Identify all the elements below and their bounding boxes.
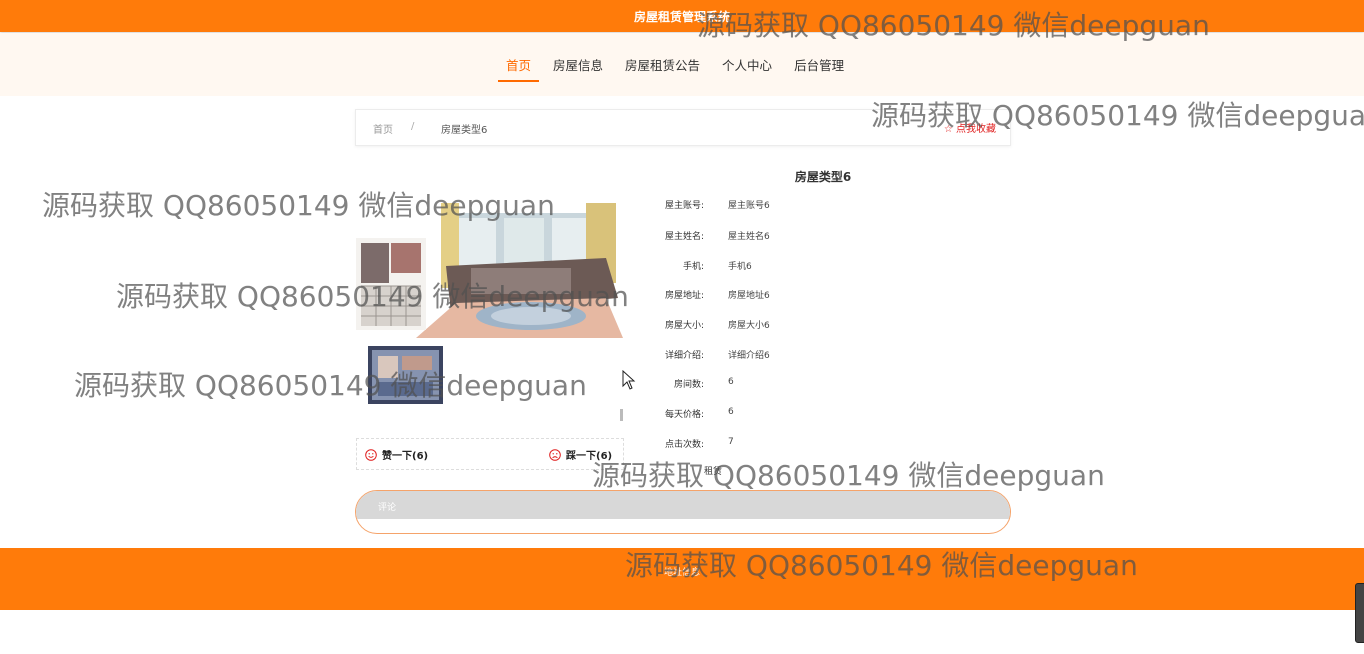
like-label: 赞一下(6) xyxy=(382,451,429,462)
info-label: 点击次数: xyxy=(664,440,704,450)
info-row-rooms: 房间数: 6 xyxy=(652,377,972,391)
gallery-scroll-indicator[interactable] xyxy=(620,409,623,421)
dislike-label: 踩一下(6) xyxy=(566,451,613,462)
footer: 地址信息 xyxy=(0,548,1364,610)
breadcrumb: 首页 / 房屋类型6 ☆ 点我收藏 xyxy=(355,109,1011,146)
side-floating-widget[interactable] xyxy=(1355,583,1364,643)
comment-tab[interactable]: 评论 xyxy=(378,500,396,513)
info-value: 屋主账号6 xyxy=(728,201,770,211)
info-value: 房屋地址6 xyxy=(728,291,770,301)
nav-item-house-info[interactable]: 房屋信息 xyxy=(545,55,611,82)
info-label: 房屋地址: xyxy=(664,291,704,301)
info-label: 屋主姓名: xyxy=(664,232,704,242)
nav-item-home[interactable]: 首页 xyxy=(498,55,540,82)
image-gallery xyxy=(356,188,624,428)
breadcrumb-separator: / xyxy=(411,121,415,132)
info-value: 手机6 xyxy=(728,262,752,272)
house-thumbnail[interactable] xyxy=(368,346,443,404)
info-value: 7 xyxy=(728,437,734,447)
site-title: 房屋租赁管理系统 xyxy=(633,10,730,24)
info-row-daily-price: 每天价格: 6 xyxy=(652,407,972,421)
dislike-button[interactable]: 踩一下(6) xyxy=(549,447,612,462)
info-label: 手机: xyxy=(682,262,704,272)
mouse-cursor-icon xyxy=(622,370,636,390)
info-label: 房屋大小: xyxy=(664,321,704,331)
vote-panel: 赞一下(6) 踩一下(6) xyxy=(356,438,624,470)
rent-button[interactable]: 租赁 xyxy=(642,464,722,477)
info-value: 屋主姓名6 xyxy=(728,232,770,242)
smile-icon xyxy=(365,448,377,461)
info-label: 房间数: xyxy=(673,380,704,390)
top-header-bar: 房屋租赁管理系统 xyxy=(0,0,1364,32)
info-value: 6 xyxy=(728,377,734,387)
breadcrumb-home-link[interactable]: 首页 xyxy=(373,121,393,136)
like-button[interactable]: 赞一下(6) xyxy=(365,447,428,462)
info-row-owner-name: 屋主姓名: 屋主姓名6 xyxy=(652,229,972,243)
comment-tab-bar xyxy=(356,491,1010,519)
detail-title: 房屋类型6 xyxy=(794,170,852,184)
footer-address: 地址信息 xyxy=(663,568,700,578)
nav-menu: 首页 房屋信息 房屋租赁公告 个人中心 后台管理 xyxy=(498,55,858,82)
comment-section: 评论 xyxy=(355,490,1011,534)
info-row-address: 房屋地址: 房屋地址6 xyxy=(652,288,972,302)
rent-row: 租赁 xyxy=(652,464,972,478)
main-navigation: 首页 房屋信息 房屋租赁公告 个人中心 后台管理 xyxy=(0,33,1364,96)
favorite-button[interactable]: ☆ 点我收藏 xyxy=(944,120,996,135)
info-row-click-count: 点击次数: 7 xyxy=(652,437,972,451)
house-main-image[interactable] xyxy=(356,188,623,338)
info-value: 详细介绍6 xyxy=(728,351,770,361)
info-row-phone: 手机: 手机6 xyxy=(652,259,972,273)
info-label: 屋主账号: xyxy=(664,201,704,211)
nav-item-rental-notice[interactable]: 房屋租赁公告 xyxy=(617,55,708,82)
breadcrumb-current: 房屋类型6 xyxy=(441,125,488,136)
info-row-owner-account: 屋主账号: 屋主账号6 xyxy=(652,198,972,212)
info-value: 房屋大小6 xyxy=(728,321,770,331)
nav-item-personal-center[interactable]: 个人中心 xyxy=(714,55,780,82)
info-label: 详细介绍: xyxy=(664,351,704,361)
info-value: 6 xyxy=(728,407,734,417)
info-row-size: 房屋大小: 房屋大小6 xyxy=(652,318,972,332)
frown-icon xyxy=(549,448,561,461)
nav-item-admin[interactable]: 后台管理 xyxy=(786,55,852,82)
info-label: 每天价格: xyxy=(664,410,704,420)
info-row-description: 详细介绍: 详细介绍6 xyxy=(652,348,972,362)
